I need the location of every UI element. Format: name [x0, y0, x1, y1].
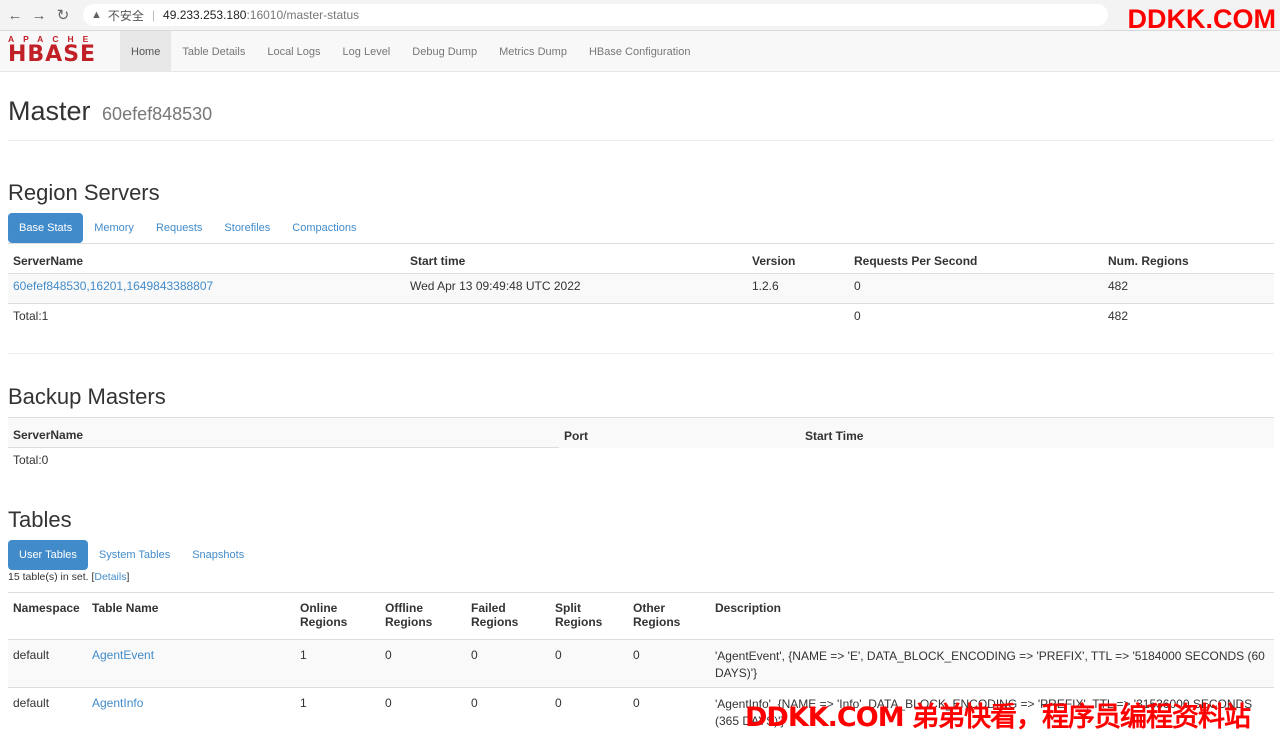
other-cell: 0 [628, 639, 710, 688]
table-row: 60efef848530,16201,1649843388807 Wed Apr… [8, 273, 1274, 304]
table-name-cell: AgentEvent [87, 639, 295, 688]
server-link[interactable]: 60efef848530,16201,1649843388807 [13, 279, 213, 293]
namespace-cell: default [8, 639, 87, 688]
page-title-text: Master [8, 96, 91, 126]
tables-tabs: User Tables System Tables Snapshots [8, 540, 255, 570]
col-start-time: Start Time [800, 417, 1274, 448]
col-servername: ServerName [8, 243, 405, 274]
split-cell: 0 [550, 687, 628, 732]
offline-cell: 0 [380, 639, 466, 688]
warning-icon: ▲ [91, 9, 102, 21]
tab-storefiles[interactable]: Storefiles [213, 213, 281, 243]
nav-table-details[interactable]: Table Details [171, 31, 256, 72]
col-namespace: Namespace [8, 592, 87, 640]
table-link[interactable]: AgentInfo [92, 696, 143, 710]
back-icon[interactable]: ← [3, 3, 27, 27]
tab-base-stats[interactable]: Base Stats [8, 213, 84, 243]
start-time-cell: Wed Apr 13 09:49:48 UTC 2022 [405, 273, 747, 304]
tables-count-suffix: ] [126, 571, 130, 583]
empty-cell [800, 447, 1274, 478]
table-link[interactable]: AgentEvent [92, 648, 154, 662]
col-description: Description [710, 592, 1274, 640]
col-port: Port [559, 417, 800, 448]
tab-system-tables[interactable]: System Tables [88, 540, 181, 570]
address-separator: | [151, 8, 156, 22]
col-offline-regions: Offline Regions [380, 592, 466, 640]
tab-compactions[interactable]: Compactions [281, 213, 367, 243]
total-row: Total:1 0 482 [8, 303, 1274, 334]
tables-heading: Tables [8, 507, 72, 532]
empty-cell [747, 303, 849, 334]
nav-log-level[interactable]: Log Level [332, 31, 402, 72]
page-title: Master 60efef848530 [8, 96, 212, 127]
namespace-cell: default [8, 687, 87, 732]
description-cell: 'AgentEvent', {NAME => 'E', DATA_BLOCK_E… [710, 639, 1274, 688]
url-path: :16010/master-status [246, 8, 360, 22]
empty-cell [405, 303, 747, 334]
nav-local-logs[interactable]: Local Logs [256, 31, 331, 72]
watermark-top: DDKK.COM [1127, 4, 1277, 34]
divider [8, 353, 1274, 354]
backup-masters-heading: Backup Masters [8, 384, 166, 409]
logo-hbase-text: HBASE [8, 42, 97, 67]
total-label: Total:1 [8, 303, 405, 334]
nav-home[interactable]: Home [120, 31, 172, 72]
col-online-regions: Online Regions [295, 592, 380, 640]
hbase-navbar: APACHE HBASE Home Table Details Local Lo… [0, 31, 1280, 72]
failed-cell: 0 [466, 687, 550, 732]
col-other-regions: Other Regions [628, 592, 710, 640]
failed-cell: 0 [466, 639, 550, 688]
version-cell: 1.2.6 [747, 273, 849, 304]
col-split-regions: Split Regions [550, 592, 628, 640]
insecure-label: 不安全 [107, 8, 144, 23]
rps-cell: 0 [849, 273, 1103, 304]
col-version: Version [747, 243, 849, 274]
total-row: Total:0 [8, 447, 1274, 478]
other-cell: 0 [628, 687, 710, 732]
master-host: 60efef848530 [102, 104, 213, 124]
tables-count: 15 table(s) in set. [Details] [8, 571, 129, 583]
empty-cell [559, 447, 800, 478]
nav-menu: Home Table Details Local Logs Log Level … [120, 31, 701, 72]
divider [8, 140, 1274, 141]
tab-requests[interactable]: Requests [145, 213, 213, 243]
col-num-regions: Num. Regions [1103, 243, 1274, 274]
offline-cell: 0 [380, 687, 466, 732]
split-cell: 0 [550, 639, 628, 688]
url-host: 49.233.253.180 [163, 8, 247, 22]
nav-debug-dump[interactable]: Debug Dump [401, 31, 488, 72]
region-servers-table: ServerName Start time Version Requests P… [8, 243, 1274, 334]
tables-count-text: 15 table(s) in set. [ [8, 571, 95, 583]
forward-icon[interactable]: → [27, 3, 51, 27]
watermark-bottom: DDKK.COM 弟弟快看，程序员编程资料站 [745, 702, 1251, 732]
region-servers-heading: Region Servers [8, 180, 160, 205]
table-row: default AgentEvent 1 0 0 0 0 'AgentEvent… [8, 639, 1274, 688]
address-bar[interactable]: ▲ 不安全 | 49.233.253.180 :16010/master-sta… [83, 4, 1108, 26]
col-servername: ServerName [8, 417, 559, 448]
tab-snapshots[interactable]: Snapshots [181, 540, 255, 570]
tab-user-tables[interactable]: User Tables [8, 540, 88, 570]
browser-toolbar: ← → ↻ ▲ 不安全 | 49.233.253.180 :16010/mast… [0, 0, 1280, 31]
reload-icon[interactable]: ↻ [51, 3, 75, 27]
backup-masters-table: ServerName Port Start Time Total:0 [8, 417, 1274, 478]
total-rps: 0 [849, 303, 1103, 334]
col-failed-regions: Failed Regions [466, 592, 550, 640]
total-regions: 482 [1103, 303, 1274, 334]
regions-cell: 482 [1103, 273, 1274, 304]
region-servers-tabs: Base Stats Memory Requests Storefiles Co… [8, 213, 367, 243]
details-link[interactable]: Details [94, 571, 126, 583]
tab-memory[interactable]: Memory [83, 213, 145, 243]
hbase-logo[interactable]: APACHE HBASE [8, 35, 110, 67]
online-cell: 1 [295, 687, 380, 732]
total-label: Total:0 [8, 447, 559, 478]
col-start-time: Start time [405, 243, 747, 274]
server-cell: 60efef848530,16201,1649843388807 [8, 273, 405, 304]
col-requests-per-second: Requests Per Second [849, 243, 1103, 274]
col-table-name: Table Name [87, 592, 295, 640]
table-name-cell: AgentInfo [87, 687, 295, 732]
online-cell: 1 [295, 639, 380, 688]
nav-hbase-configuration[interactable]: HBase Configuration [578, 31, 702, 72]
nav-metrics-dump[interactable]: Metrics Dump [488, 31, 578, 72]
